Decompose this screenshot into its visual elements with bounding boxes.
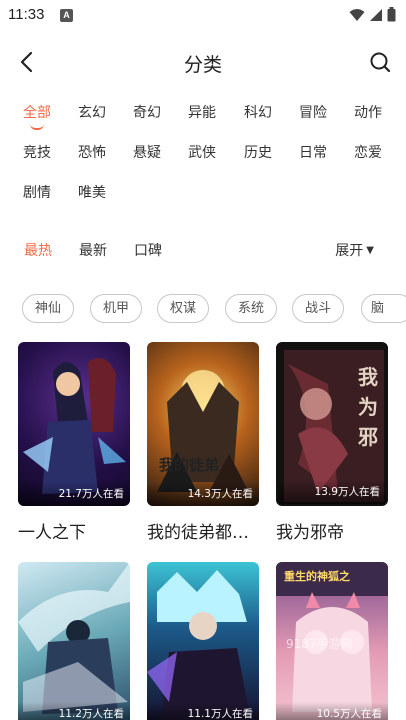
genre-richang[interactable]: 日常: [288, 142, 338, 162]
wifi-icon: [349, 8, 365, 21]
genre-yineng[interactable]: 异能: [177, 102, 227, 122]
genre-lianai[interactable]: 恋爱: [343, 142, 393, 162]
views-count: 14.3万人在看: [187, 488, 253, 500]
comic-cover: 我的徒弟 14.3万人在看: [147, 342, 259, 506]
genre-kehuan[interactable]: 科幻: [233, 102, 283, 122]
genre-wuxia[interactable]: 武侠: [177, 142, 227, 162]
svg-text:重生的神狐之: 重生的神狐之: [284, 569, 350, 583]
watermark: 9187手游网: [286, 637, 353, 651]
comic-cover-art: [18, 562, 130, 714]
status-bar: 11:33 A: [0, 0, 406, 32]
expand-label: 展开: [335, 243, 364, 259]
genre-juqing[interactable]: 剧情: [12, 182, 62, 202]
genre-row: 剧情 唯美: [0, 182, 406, 222]
comic-cover: 我 为 邪 13.9万人在看: [276, 342, 388, 506]
search-icon: [370, 52, 391, 73]
tag-chip[interactable]: 机甲: [90, 294, 142, 323]
genre-row: 竞技 恐怖 悬疑 武侠 历史 日常 恋爱: [0, 142, 406, 182]
views-count: 11.2万人在看: [58, 708, 124, 720]
status-icons: [349, 7, 396, 22]
genre-qihuan[interactable]: 奇幻: [122, 102, 172, 122]
tag-chip[interactable]: 系统: [225, 294, 277, 323]
tag-chip[interactable]: 战斗: [292, 294, 344, 323]
tag-list: 神仙 机甲 权谋 系统 战斗 脑: [0, 294, 406, 324]
comic-title: 一人之下: [18, 523, 86, 543]
genre-lishi[interactable]: 历史: [233, 142, 283, 162]
signal-icon: [370, 8, 382, 21]
tag-chip[interactable]: 神仙: [22, 294, 74, 323]
tag-chip[interactable]: 权谋: [157, 294, 209, 323]
sort-newest[interactable]: 最新: [79, 240, 107, 260]
genre-xuanyi[interactable]: 悬疑: [122, 142, 172, 162]
views-count: 11.1万人在看: [187, 708, 253, 720]
comic-cover: 21.7万人在看: [18, 342, 130, 506]
expand-button[interactable]: 展开 ▼: [335, 240, 374, 260]
genre-filter: 全部 玄幻 奇幻 异能 科幻 冒险 动作 竞技 恐怖 悬疑 武侠 历史 日常 恋…: [0, 102, 406, 222]
genre-weimei[interactable]: 唯美: [67, 182, 117, 202]
status-time: 11:33: [8, 6, 45, 23]
genre-maoxian[interactable]: 冒险: [288, 102, 338, 122]
page-title: 分类: [183, 54, 222, 76]
genre-dongzuo[interactable]: 动作: [343, 102, 393, 122]
svg-text:我的徒弟: 我的徒弟: [159, 456, 219, 474]
genre-jingji[interactable]: 竞技: [12, 142, 62, 162]
notification-badge-icon: A: [60, 9, 73, 22]
comic-cover: 11.1万人在看: [147, 562, 259, 720]
search-button[interactable]: [366, 48, 394, 76]
comic-cover-art: [147, 570, 251, 720]
sort-rating[interactable]: 口碑: [134, 240, 162, 260]
genre-xuanhuan[interactable]: 玄幻: [67, 102, 117, 122]
views-count: 10.5万人在看: [316, 708, 382, 720]
triangle-down-icon: ▼: [366, 244, 374, 256]
views-count: 13.9万人在看: [314, 486, 380, 498]
sort-bar: 最热 最新 口碑 展开 ▼: [0, 238, 406, 262]
active-genre-indicator: [30, 124, 44, 130]
battery-icon: [387, 7, 396, 22]
genre-row: 全部 玄幻 奇幻 异能 科幻 冒险 动作: [0, 102, 406, 142]
header: 分类: [0, 40, 406, 84]
tag-chip[interactable]: 脑: [361, 294, 406, 323]
genre-all[interactable]: 全部: [12, 102, 62, 122]
comic-title: 我为邪帝: [276, 523, 344, 543]
genre-kongbu[interactable]: 恐怖: [67, 142, 117, 162]
comic-title: 我的徒弟都…: [147, 523, 249, 543]
svg-text:邪: 邪: [357, 425, 378, 449]
comic-cover: 11.2万人在看: [18, 562, 130, 720]
svg-text:为: 为: [358, 395, 378, 419]
views-count: 21.7万人在看: [58, 488, 124, 500]
svg-text:我: 我: [358, 365, 378, 389]
sort-hottest[interactable]: 最热: [24, 240, 52, 260]
